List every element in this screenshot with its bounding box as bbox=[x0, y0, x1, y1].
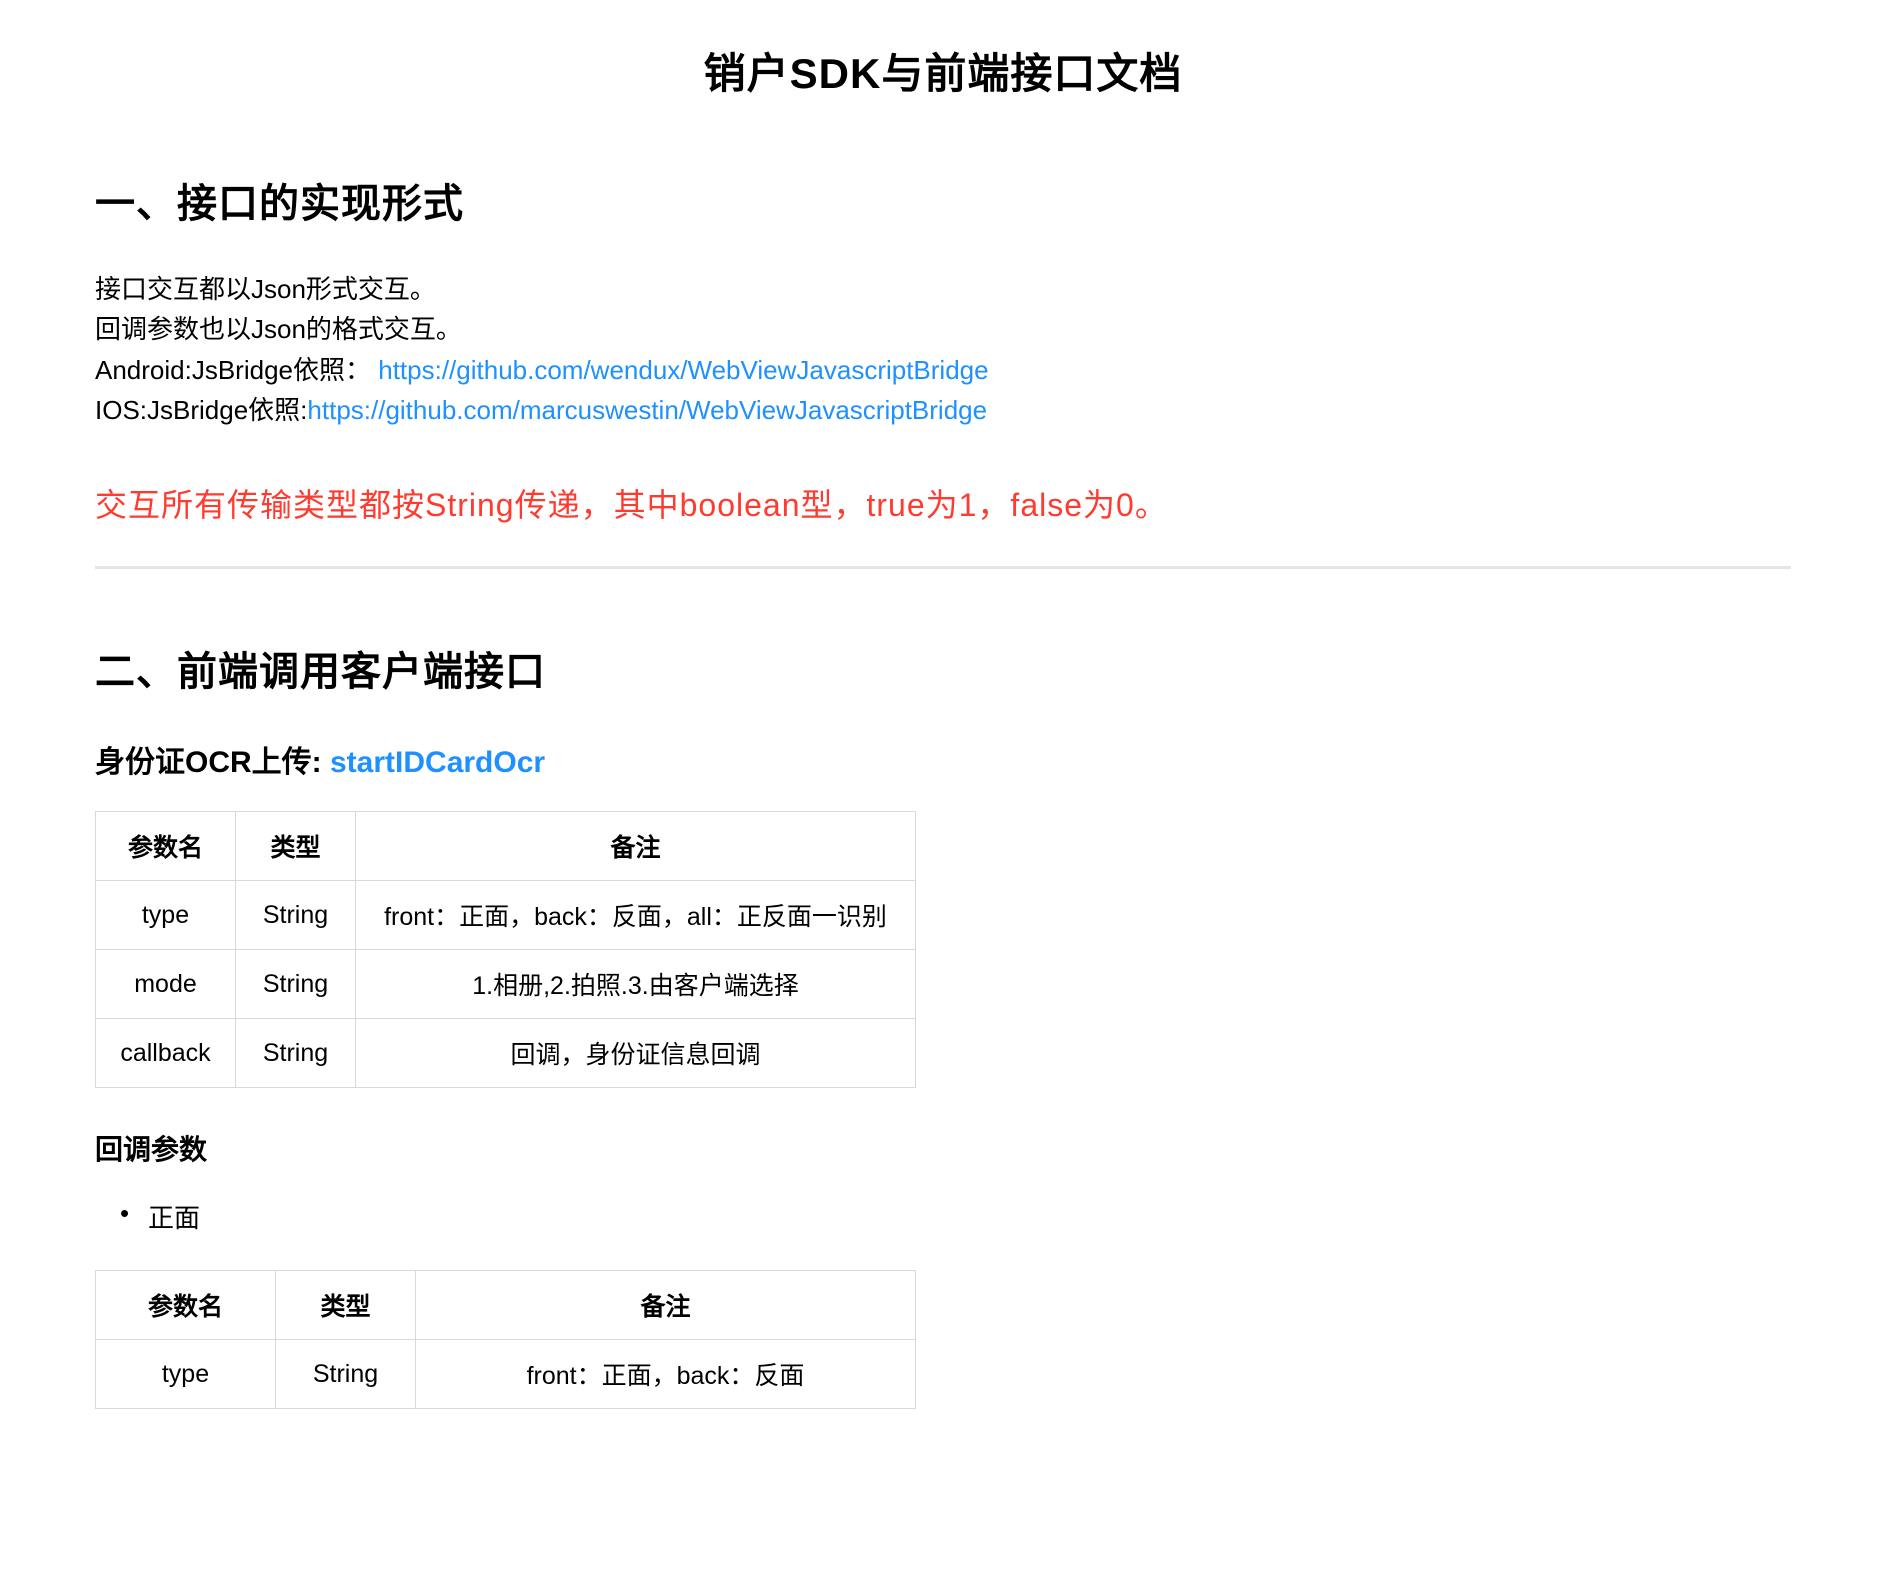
table-header-cell: 类型 bbox=[276, 1271, 416, 1340]
table-cell: String bbox=[236, 881, 356, 950]
table-cell: String bbox=[236, 1019, 356, 1088]
ios-link[interactable]: https://github.com/marcuswestin/WebViewJ… bbox=[307, 395, 987, 425]
callback-heading: 回调参数 bbox=[95, 1128, 1791, 1168]
table-row: callback String 回调，身份证信息回调 bbox=[96, 1019, 916, 1088]
table-header-cell: 备注 bbox=[416, 1271, 916, 1340]
bullet-list: 正面 bbox=[95, 1198, 1791, 1235]
param-table-2: 参数名 类型 备注 type String front：正面，back：反面 bbox=[95, 1270, 916, 1409]
table-cell: type bbox=[96, 881, 236, 950]
table-row: mode String 1.相册,2.拍照.3.由客户端选择 bbox=[96, 950, 916, 1019]
intro-block: 接口交互都以Json形式交互。 回调参数也以Json的格式交互。 Android… bbox=[95, 269, 1791, 430]
table-cell: front：正面，back：反面，all：正反面一识别 bbox=[356, 881, 916, 950]
intro-line-1: 接口交互都以Json形式交互。 bbox=[95, 269, 1791, 309]
table-cell: 1.相册,2.拍照.3.由客户端选择 bbox=[356, 950, 916, 1019]
table-cell: front：正面，back：反面 bbox=[416, 1340, 916, 1409]
android-link[interactable]: https://github.com/wendux/WebViewJavascr… bbox=[378, 355, 988, 385]
table-cell: 回调，身份证信息回调 bbox=[356, 1019, 916, 1088]
ocr-sub-heading: 身份证OCR上传: startIDCardOcr bbox=[95, 737, 1791, 781]
table-header-row: 参数名 类型 备注 bbox=[96, 1271, 916, 1340]
sub-heading-prefix: 身份证OCR上传: bbox=[95, 746, 330, 779]
warning-text: 交互所有传输类型都按String传递，其中boolean型，true为1，fal… bbox=[95, 480, 1791, 526]
method-name: startIDCardOcr bbox=[330, 746, 545, 779]
table-cell: mode bbox=[96, 950, 236, 1019]
android-line: Android:JsBridge依照： https://github.com/w… bbox=[95, 350, 1791, 390]
table-cell: callback bbox=[96, 1019, 236, 1088]
table-header-cell: 备注 bbox=[356, 812, 916, 881]
section2-heading: 二、前端调用客户端接口 bbox=[95, 639, 1791, 697]
intro-line-2: 回调参数也以Json的格式交互。 bbox=[95, 309, 1791, 349]
table-header-cell: 类型 bbox=[236, 812, 356, 881]
table-row: type String front：正面，back：反面，all：正反面一识别 bbox=[96, 881, 916, 950]
section1-heading: 一、接口的实现形式 bbox=[95, 171, 1791, 229]
document-container: 销户SDK与前端接口文档 一、接口的实现形式 接口交互都以Json形式交互。 回… bbox=[0, 40, 1886, 1409]
table-cell: type bbox=[96, 1340, 276, 1409]
ios-line: IOS:JsBridge依照:https://github.com/marcus… bbox=[95, 390, 1791, 430]
list-item: 正面 bbox=[120, 1198, 1791, 1235]
table-row: type String front：正面，back：反面 bbox=[96, 1340, 916, 1409]
ios-prefix: IOS:JsBridge依照: bbox=[95, 395, 307, 425]
android-prefix: Android:JsBridge依照： bbox=[95, 355, 371, 385]
param-table-1: 参数名 类型 备注 type String front：正面，back：反面，a… bbox=[95, 811, 916, 1088]
table-cell: String bbox=[276, 1340, 416, 1409]
table-header-cell: 参数名 bbox=[96, 1271, 276, 1340]
table-header-row: 参数名 类型 备注 bbox=[96, 812, 916, 881]
section-divider bbox=[95, 566, 1791, 569]
table-cell: String bbox=[236, 950, 356, 1019]
document-title: 销户SDK与前端接口文档 bbox=[95, 40, 1791, 101]
table-header-cell: 参数名 bbox=[96, 812, 236, 881]
